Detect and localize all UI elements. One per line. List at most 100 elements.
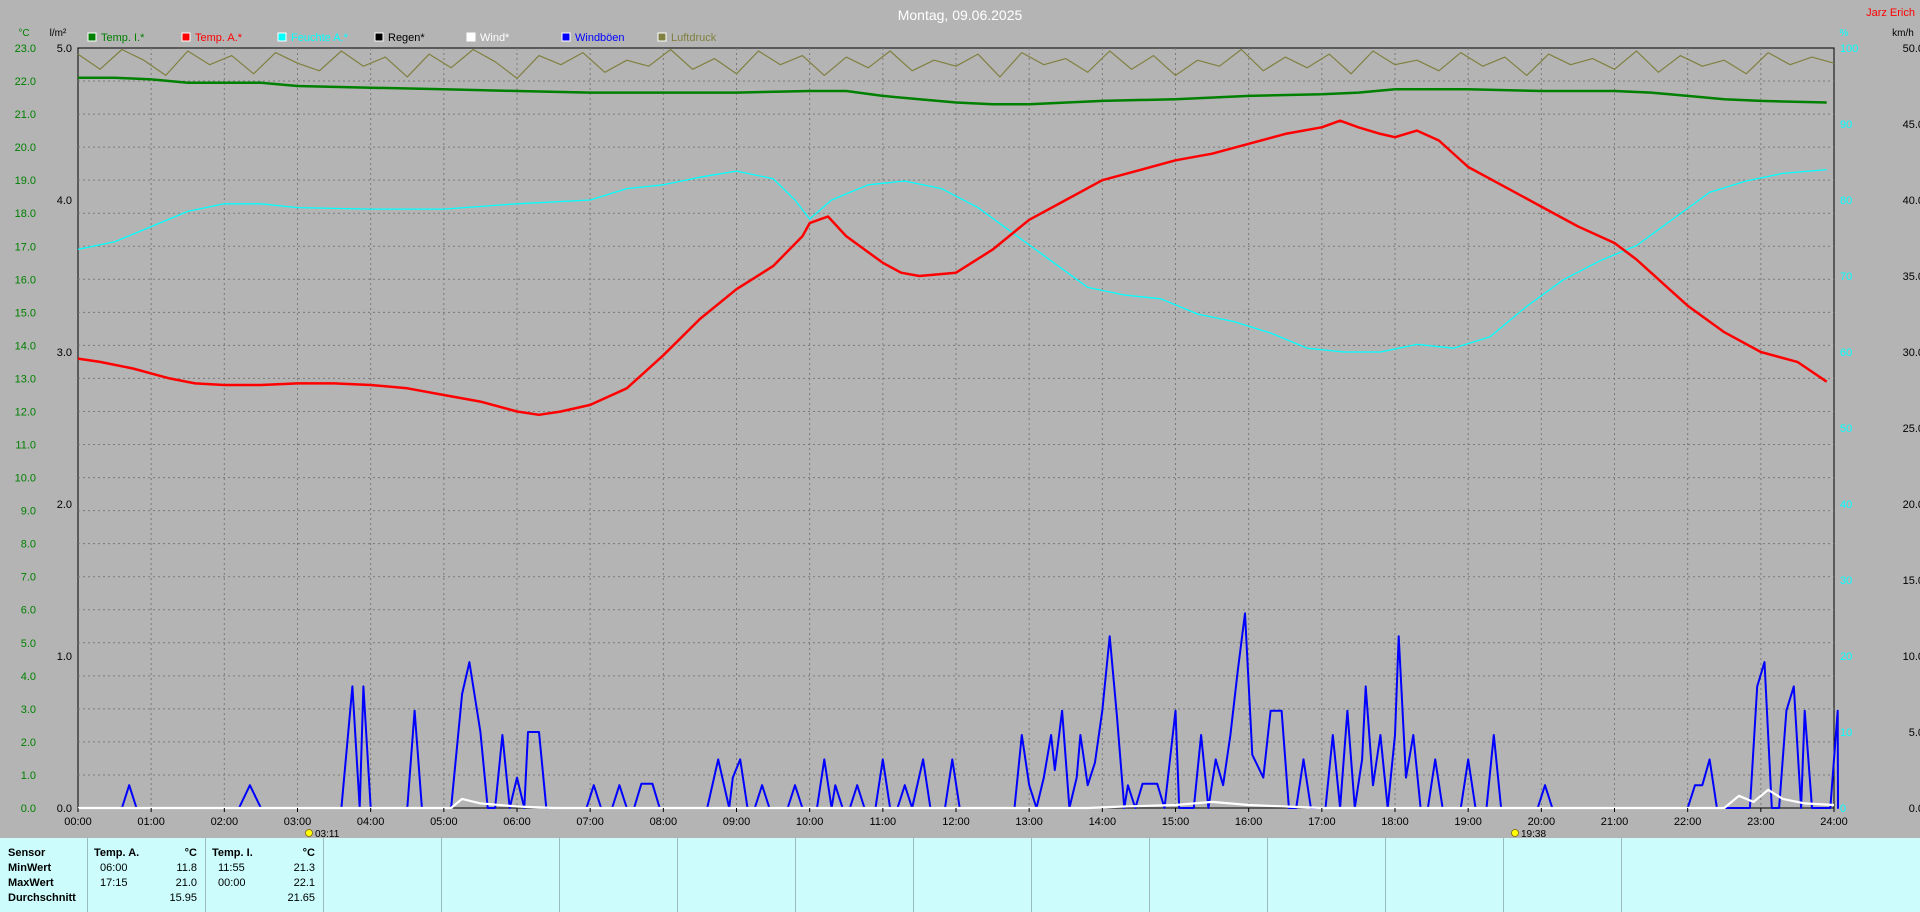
unit-rain: l/m² <box>50 28 67 39</box>
tick-label-temperature: 2.0 <box>21 737 36 749</box>
tick-label-temperature: 1.0 <box>21 770 36 782</box>
tick-label-wind: 30.0 <box>1903 347 1920 359</box>
tick-label-temperature: 3.0 <box>21 704 36 716</box>
tick-label-temperature: 9.0 <box>21 506 36 518</box>
legend-swatch <box>87 32 97 42</box>
tick-label-wind: 50.0 <box>1903 43 1920 55</box>
tick-label-time: 00:00 <box>64 816 92 828</box>
tick-label-time: 24:00 <box>1820 816 1848 828</box>
tick-label-time: 04:00 <box>357 816 385 828</box>
tick-label-wind: 10.0 <box>1903 651 1920 663</box>
stats-col-empty-12 <box>1622 838 1920 912</box>
stats-row-min: MinWert <box>8 862 52 874</box>
legend-swatch <box>561 32 571 42</box>
tick-label-temperature: 22.0 <box>15 76 36 88</box>
tick-label-time: 19:00 <box>1454 816 1482 828</box>
temp-a-min-value: 11.8 <box>176 862 197 874</box>
tick-label-temperature: 14.0 <box>15 340 36 352</box>
unit-kmh: km/h <box>1892 28 1914 39</box>
weather-chart: 0.0 1.0 2.0 3.0 4.0 5.0 6.0 7.0 8.0 9.0 10.0 11.0 12… <box>15 7 1920 838</box>
legend-label: Temp. A.* <box>195 32 243 44</box>
temp-i-min-value: 21.3 <box>293 862 315 874</box>
tick-label-temperature: 18.0 <box>15 208 36 220</box>
tick-label-wind: 5.0 <box>1909 727 1920 739</box>
tick-label-humidity: 90 <box>1840 119 1852 131</box>
stats-col-temp-i: Temp. I. °C 11:55 21.3 00:00 22.1 21.65 <box>206 838 324 912</box>
temp-i-avg: 21.65 <box>287 892 315 904</box>
temp-i-max-value: 22.1 <box>293 877 315 889</box>
tick-label-time: 03:00 <box>284 816 312 828</box>
tick-label-time: 20:00 <box>1528 816 1556 828</box>
tick-label-humidity: 10 <box>1840 727 1852 739</box>
temp-a-header: Temp. A. <box>94 847 140 859</box>
tick-label-time: 02:00 <box>211 816 239 828</box>
stats-col-empty-8 <box>1150 838 1268 912</box>
tick-label-temperature: 5.0 <box>21 638 36 650</box>
tick-label-rain: 3.0 <box>57 347 72 359</box>
tick-label-rain: 0.0 <box>57 803 72 815</box>
tick-label-temperature: 20.0 <box>15 142 36 154</box>
tick-label-temperature: 12.0 <box>15 406 36 418</box>
tick-label-time: 14:00 <box>1089 816 1117 828</box>
temp-i-unit: °C <box>302 847 315 859</box>
sunset-marker: 19:38 <box>1511 829 1546 838</box>
tick-label-wind: 35.0 <box>1903 271 1920 283</box>
legend-label: Regen* <box>388 32 425 44</box>
tick-label-humidity: 20 <box>1840 651 1852 663</box>
legend-swatch <box>181 32 191 42</box>
tick-label-time: 06:00 <box>503 816 531 828</box>
tick-label-humidity: 30 <box>1840 575 1852 587</box>
stats-col-empty-11 <box>1504 838 1622 912</box>
stats-col-empty-7 <box>1032 838 1150 912</box>
tick-label-time: 23:00 <box>1747 816 1775 828</box>
tick-label-temperature: 0.0 <box>21 803 36 815</box>
legend-swatch <box>466 32 476 42</box>
stats-table: Sensor MinWert MaxWert Durchschnitt Temp… <box>0 838 1920 912</box>
unit-percent: % <box>1840 28 1849 39</box>
sunset-time: 19:38 <box>1521 829 1546 838</box>
tick-label-humidity: 70 <box>1840 271 1852 283</box>
temp-a-min-time: 06:00 <box>100 862 128 874</box>
tick-label-time: 05:00 <box>430 816 458 828</box>
tick-label-wind: 45.0 <box>1903 119 1920 131</box>
tick-label-time: 11:00 <box>869 816 896 828</box>
tick-label-time: 18:00 <box>1381 816 1409 828</box>
tick-label-time: 16:00 <box>1235 816 1263 828</box>
tick-label-temperature: 8.0 <box>21 539 36 551</box>
tick-label-humidity: 60 <box>1840 347 1852 359</box>
tick-label-time: 12:00 <box>942 816 970 828</box>
temp-a-max-value: 21.0 <box>175 877 197 889</box>
tick-label-temperature: 4.0 <box>21 671 36 683</box>
stats-col-empty-10 <box>1386 838 1504 912</box>
tick-label-temperature: 10.0 <box>15 473 36 485</box>
tick-label-humidity: 50 <box>1840 423 1852 435</box>
tick-label-temperature: 15.0 <box>15 307 36 319</box>
sunset-icon <box>1511 829 1519 837</box>
unit-celsius: °C <box>18 28 29 39</box>
stats-col-empty-4 <box>678 838 796 912</box>
tick-label-humidity: 0 <box>1840 803 1846 815</box>
tick-label-wind: 20.0 <box>1903 499 1920 511</box>
temp-i-header: Temp. I. <box>212 847 253 859</box>
tick-label-wind: 0.0 <box>1909 803 1920 815</box>
legend-swatch <box>657 32 667 42</box>
temp-i-max-time: 00:00 <box>218 877 246 889</box>
tick-label-humidity: 40 <box>1840 499 1852 511</box>
tick-label-time: 08:00 <box>650 816 678 828</box>
tick-label-time: 10:00 <box>796 816 824 828</box>
tick-label-time: 22:00 <box>1674 816 1702 828</box>
tick-label-rain: 4.0 <box>57 195 72 207</box>
tick-label-humidity: 100 <box>1840 43 1858 55</box>
temp-i-min-time: 11:55 <box>218 862 245 874</box>
tick-label-time: 07:00 <box>576 816 604 828</box>
tick-label-rain: 5.0 <box>57 43 72 55</box>
tick-label-humidity: 80 <box>1840 195 1852 207</box>
temp-a-avg: 15.95 <box>169 892 197 904</box>
stats-row-max: MaxWert <box>8 877 54 889</box>
tick-label-temperature: 21.0 <box>15 109 36 121</box>
tick-label-rain: 1.0 <box>57 651 72 663</box>
legend-label: Feuchte A.* <box>291 32 349 44</box>
stats-col-empty-3 <box>560 838 678 912</box>
tick-label-time: 09:00 <box>723 816 751 828</box>
stats-col-empty-1 <box>324 838 442 912</box>
